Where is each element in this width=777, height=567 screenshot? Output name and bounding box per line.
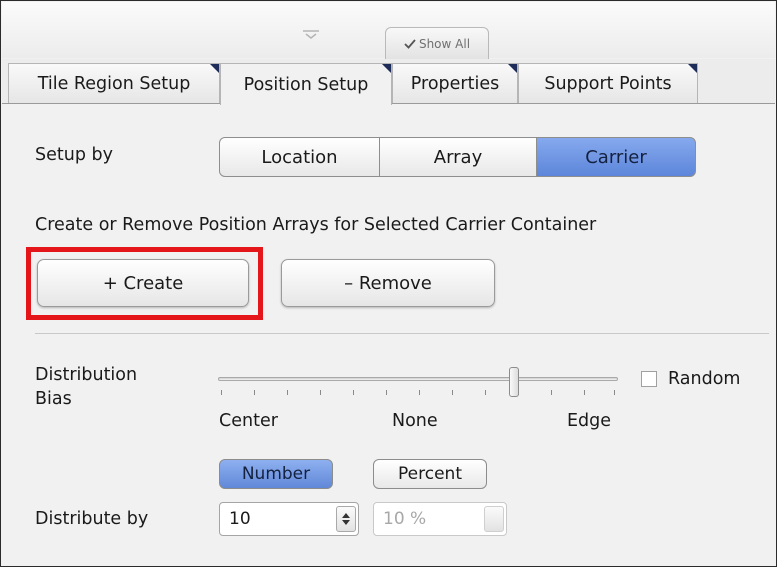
setup-array-button[interactable]: Array: [379, 137, 537, 177]
slider-tick: [485, 390, 486, 395]
percent-spinbox: 10 %: [373, 502, 507, 536]
tab-corner-marker: [508, 64, 517, 73]
setup-carrier-button[interactable]: Carrier: [536, 137, 696, 177]
distribution-bias-slider[interactable]: [218, 377, 618, 381]
slider-tick: [353, 390, 354, 395]
number-spinbox[interactable]: 10: [219, 502, 359, 536]
checkmark-icon: [404, 38, 416, 49]
slider-tick: [419, 390, 420, 395]
slider-tick: [254, 390, 255, 395]
distribute-by-label: Distribute by: [35, 509, 149, 529]
tab-properties[interactable]: Properties: [392, 63, 518, 103]
slider-tick: [386, 390, 387, 395]
remove-button[interactable]: – Remove: [281, 259, 495, 307]
tab-position-setup[interactable]: Position Setup: [220, 63, 392, 105]
tab-label: Support Points: [544, 73, 672, 94]
random-label: Random: [668, 369, 741, 389]
tab-label: Position Setup: [243, 74, 369, 95]
slider-tick: [614, 390, 615, 395]
slider-thumb[interactable]: [509, 367, 519, 397]
slider-label-none: None: [392, 411, 438, 431]
collapse-grip-icon[interactable]: [302, 28, 320, 40]
spin-arrows: [484, 506, 504, 532]
show-all-label: Show All: [418, 36, 471, 51]
arrow-down-icon: [342, 520, 350, 525]
tab-tile-region-setup[interactable]: Tile Region Setup: [8, 63, 220, 103]
mode-label: Number: [241, 464, 311, 484]
setup-option-label: Carrier: [585, 146, 647, 168]
setup-option-label: Location: [261, 146, 338, 168]
slider-tick: [221, 390, 222, 395]
slider-tick: [584, 390, 585, 395]
slider-tick: [287, 390, 288, 395]
tab-support-points[interactable]: Support Points: [518, 63, 698, 103]
tab-corner-marker: [382, 64, 391, 73]
highlight-box: [26, 247, 263, 320]
slider-tick: [551, 390, 552, 395]
arrow-up-icon: [342, 513, 350, 518]
spin-arrows[interactable]: [336, 506, 356, 532]
random-checkbox[interactable]: [641, 371, 657, 387]
tab-label: Properties: [410, 73, 500, 94]
slider-tick: [452, 390, 453, 395]
bias-label: Bias: [35, 389, 72, 409]
mode-label: Percent: [398, 464, 462, 484]
remove-button-label: – Remove: [344, 272, 432, 294]
tab-corner-marker: [210, 64, 219, 73]
number-mode-button[interactable]: Number: [219, 459, 333, 489]
slider-tick: [320, 390, 321, 395]
tab-label: Tile Region Setup: [37, 73, 191, 94]
tab-corner-marker: [688, 64, 697, 73]
panel: Show All Tile Region Setup Position Setu…: [0, 0, 777, 567]
setup-option-label: Array: [433, 146, 483, 168]
section-divider: [35, 333, 769, 334]
show-all-toggle[interactable]: Show All: [385, 27, 489, 59]
arrays-description: Create or Remove Position Arrays for Sel…: [35, 215, 597, 235]
distribution-label: Distribution: [35, 365, 138, 385]
setup-by-label: Setup by: [35, 145, 113, 165]
setup-location-button[interactable]: Location: [219, 137, 380, 177]
slider-label-center: Center: [219, 411, 278, 431]
percent-mode-button[interactable]: Percent: [373, 459, 487, 489]
number-value: 10: [229, 509, 251, 529]
percent-value: 10 %: [383, 509, 427, 529]
slider-label-edge: Edge: [567, 411, 612, 431]
